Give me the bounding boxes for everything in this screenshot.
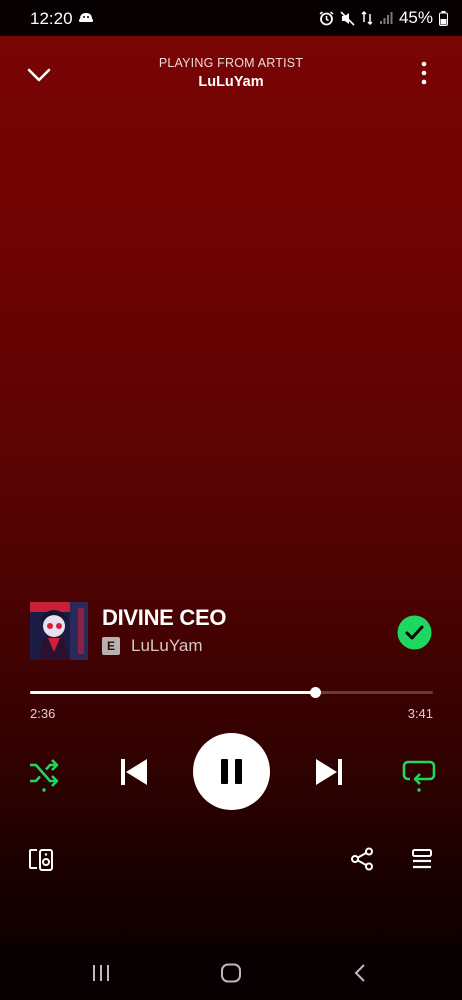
check-circle-icon bbox=[397, 615, 432, 650]
connect-devices-button[interactable] bbox=[28, 848, 54, 872]
share-button[interactable] bbox=[350, 847, 374, 871]
playing-from-label: PLAYING FROM ARTIST bbox=[158, 56, 304, 70]
status-time: 12:20 bbox=[30, 9, 73, 28]
data-icon bbox=[361, 10, 373, 26]
more-options-button[interactable] bbox=[412, 60, 436, 88]
shuffle-icon bbox=[30, 759, 59, 792]
more-vertical-icon bbox=[421, 61, 427, 85]
previous-button[interactable] bbox=[118, 756, 150, 788]
track-artist[interactable]: LuLuYam bbox=[131, 636, 203, 656]
queue-button[interactable] bbox=[410, 848, 434, 872]
player-background bbox=[0, 0, 462, 1000]
battery-icon bbox=[439, 10, 448, 26]
queue-icon bbox=[412, 849, 432, 869]
elapsed-time: 2:36 bbox=[30, 706, 56, 721]
playing-from-artist[interactable]: LuLuYam bbox=[0, 74, 462, 90]
back-icon bbox=[354, 964, 365, 982]
recent-apps-button[interactable] bbox=[91, 964, 111, 987]
progress-fill bbox=[30, 691, 315, 694]
home-icon bbox=[221, 963, 241, 983]
repeat-button[interactable] bbox=[402, 757, 436, 793]
shuffle-button[interactable] bbox=[28, 757, 60, 793]
connect-devices-icon bbox=[29, 849, 53, 871]
total-duration: 3:41 bbox=[407, 706, 433, 721]
status-bar: 12:20 45% bbox=[0, 0, 462, 36]
explicit-badge: E bbox=[102, 637, 120, 655]
mute-icon bbox=[340, 10, 355, 26]
status-icons: 45% bbox=[319, 8, 448, 28]
repeat-icon bbox=[402, 760, 436, 792]
skip-previous-icon bbox=[121, 759, 147, 785]
share-icon bbox=[351, 847, 373, 871]
track-title[interactable]: DIVINE CEO bbox=[102, 605, 226, 631]
progress-handle[interactable] bbox=[309, 687, 321, 698]
next-button[interactable] bbox=[313, 756, 345, 788]
pause-icon bbox=[221, 759, 242, 784]
signal-icon bbox=[379, 11, 393, 25]
battery-percent: 45% bbox=[398, 8, 433, 27]
pause-button[interactable] bbox=[193, 733, 270, 810]
skip-next-icon bbox=[316, 759, 342, 785]
back-button[interactable] bbox=[352, 963, 368, 988]
notification-icon bbox=[78, 10, 94, 29]
alarm-icon bbox=[319, 10, 334, 26]
recent-apps-icon bbox=[93, 965, 109, 981]
album-cover[interactable] bbox=[30, 602, 88, 660]
system-navigation-bar bbox=[0, 944, 462, 1000]
home-button[interactable] bbox=[220, 963, 242, 988]
like-button[interactable] bbox=[397, 615, 432, 650]
